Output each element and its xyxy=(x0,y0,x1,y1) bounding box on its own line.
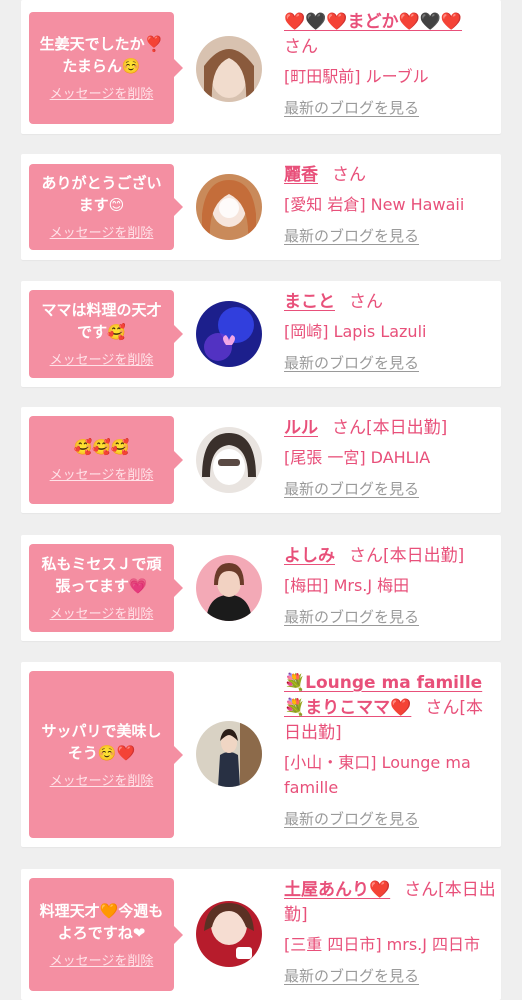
shop-label: [梅田] Mrs.J 梅田 xyxy=(284,576,410,595)
cast-name-link[interactable]: ❤️🖤❤️まどか❤️🖤❤️ xyxy=(284,12,462,32)
honorific: さん xyxy=(349,292,383,312)
message-text: ママは料理の天才 です🥰 xyxy=(41,301,162,341)
avatar[interactable] xyxy=(196,174,262,240)
message-bubble: 🥰🥰🥰 メッセージを削除 xyxy=(29,416,183,504)
message-card: 🥰🥰🥰 メッセージを削除 ルル さん[本日出勤] [尾張 一宮] DAHLIA 最… xyxy=(21,407,501,513)
latest-blog-link[interactable]: 最新のブログを見る xyxy=(284,607,419,627)
cast-name-link[interactable]: ルル xyxy=(284,418,318,438)
shop-label: [小山・東口] Lounge ma famille xyxy=(284,753,471,797)
honorific: さん xyxy=(425,698,460,718)
shop-label: [愛知 岩倉] New Hawaii xyxy=(284,195,465,214)
latest-blog-link[interactable]: 最新のブログを見る xyxy=(284,98,419,118)
status-tag: [本日出勤] xyxy=(383,546,465,566)
profile-info: よしみ さん[本日出勤] [梅田] Mrs.J 梅田 最新のブログを見る xyxy=(284,544,498,627)
message-card: 料理天才🧡今週も よろですね❤ メッセージを削除 土屋あんり❤️ さん[本日出勤]… xyxy=(21,869,501,1000)
profile-info: ルル さん[本日出勤] [尾張 一宮] DAHLIA 最新のブログを見る xyxy=(284,416,498,499)
avatar[interactable] xyxy=(196,555,262,621)
latest-blog-link[interactable]: 最新のブログを見る xyxy=(284,966,419,986)
honorific: さん xyxy=(332,165,366,185)
message-card: ありがとうござい ます😊 メッセージを削除 麗香 さん [愛知 岩倉] New H… xyxy=(21,154,501,260)
profile-info: まこと さん [岡崎] Lapis Lazuli 最新のブログを見る xyxy=(284,290,498,373)
delete-message-link[interactable]: メッセージを削除 xyxy=(50,607,154,623)
profile-info: ❤️🖤❤️まどか❤️🖤❤️ さん [町田駅前] ルーブル 最新のブログを見る xyxy=(284,10,498,118)
avatar[interactable] xyxy=(196,721,262,787)
profile-info: 💐Lounge ma famille💐まりこママ❤️ さん[本日出勤] [小山・東… xyxy=(284,671,498,829)
message-bubble: 料理天才🧡今週も よろですね❤ メッセージを削除 xyxy=(29,878,183,991)
delete-message-link[interactable]: メッセージを削除 xyxy=(50,226,154,242)
message-text: 私もミセスＪで頑 張ってます💗 xyxy=(41,555,162,595)
cast-name-link[interactable]: まこと xyxy=(284,292,335,312)
avatar[interactable] xyxy=(196,36,262,102)
message-card: サッパリで美味し そう☺️❤️ メッセージを削除 💐Lounge ma fami… xyxy=(21,662,501,847)
delete-message-link[interactable]: メッセージを削除 xyxy=(50,954,154,970)
message-bubble: 私もミセスＪで頑 張ってます💗 メッセージを削除 xyxy=(29,544,183,632)
message-text: サッパリで美味し そう☺️❤️ xyxy=(41,721,162,762)
message-card: 私もミセスＪで頑 張ってます💗 メッセージを削除 よしみ さん[本日出勤] [梅田… xyxy=(21,535,501,641)
message-text: 料理天才🧡今週も よろですね❤ xyxy=(39,901,164,942)
message-bubble: 生姜天でしたか❣️ たまらん☺️ メッセージを削除 xyxy=(29,12,183,124)
shop-label: [岡崎] Lapis Lazuli xyxy=(284,322,427,341)
message-card: ママは料理の天才 です🥰 メッセージを削除 まこと さん [岡崎] Lapis L… xyxy=(21,281,501,387)
delete-message-link[interactable]: メッセージを削除 xyxy=(50,87,154,103)
delete-message-link[interactable]: メッセージを削除 xyxy=(50,353,154,369)
latest-blog-link[interactable]: 最新のブログを見る xyxy=(284,479,419,499)
honorific: さん xyxy=(404,880,439,900)
avatar[interactable] xyxy=(196,427,262,493)
message-text: ありがとうござい ます😊 xyxy=(41,174,162,214)
delete-message-link[interactable]: メッセージを削除 xyxy=(50,774,154,790)
latest-blog-link[interactable]: 最新のブログを見る xyxy=(284,809,419,829)
cast-name-link[interactable]: 麗香 xyxy=(284,165,318,185)
shop-label: [尾張 一宮] DAHLIA xyxy=(284,448,431,467)
latest-blog-link[interactable]: 最新のブログを見る xyxy=(284,353,419,373)
profile-info: 麗香 さん [愛知 岩倉] New Hawaii 最新のブログを見る xyxy=(284,163,498,246)
honorific: さん xyxy=(332,418,366,438)
shop-label: [三重 四日市] mrs.J 四日市 xyxy=(284,935,481,954)
latest-blog-link[interactable]: 最新のブログを見る xyxy=(284,226,419,246)
delete-message-link[interactable]: メッセージを削除 xyxy=(50,468,154,484)
message-text: 🥰🥰🥰 xyxy=(73,438,130,456)
message-bubble: ありがとうござい ます😊 メッセージを削除 xyxy=(29,164,183,250)
shop-label: [町田駅前] ルーブル xyxy=(284,67,429,86)
cast-name-link[interactable]: 土屋あんり❤️ xyxy=(284,880,390,900)
avatar[interactable] xyxy=(196,301,262,367)
message-list: 生姜天でしたか❣️ たまらん☺️ メッセージを削除 ❤️🖤❤️まどか❤️🖤❤️ … xyxy=(0,0,522,1000)
cast-name-link[interactable]: よしみ xyxy=(284,546,335,566)
profile-info: 土屋あんり❤️ さん[本日出勤] [三重 四日市] mrs.J 四日市 最新のブロ… xyxy=(284,878,498,986)
message-bubble: サッパリで美味し そう☺️❤️ メッセージを削除 xyxy=(29,671,183,838)
message-bubble: ママは料理の天才 です🥰 メッセージを削除 xyxy=(29,290,183,378)
status-tag: [本日出勤] xyxy=(366,418,448,438)
honorific: さん xyxy=(284,37,318,57)
avatar[interactable] xyxy=(196,901,262,967)
honorific: さん xyxy=(349,546,383,566)
message-card: 生姜天でしたか❣️ たまらん☺️ メッセージを削除 ❤️🖤❤️まどか❤️🖤❤️ … xyxy=(21,0,501,134)
message-text: 生姜天でしたか❣️ たまらん☺️ xyxy=(39,35,164,75)
